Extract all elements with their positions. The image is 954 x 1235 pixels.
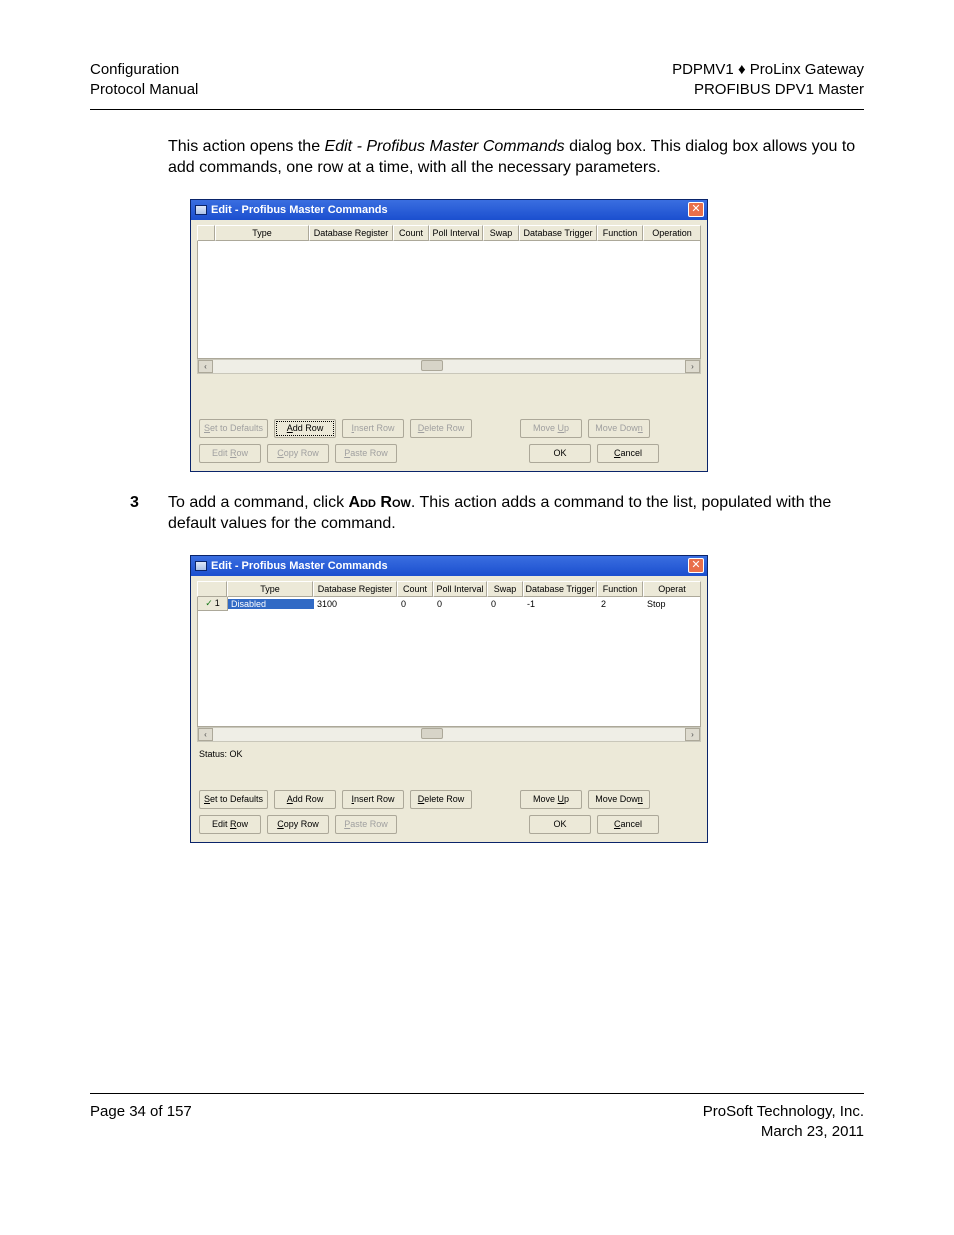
page-footer: Page 34 of 157 ProSoft Technology, Inc. …	[90, 1102, 864, 1143]
col-count[interactable]: Count	[393, 225, 429, 241]
cell-database-register[interactable]: 3100	[314, 599, 398, 609]
insert-row-button[interactable]: Insert Row	[342, 790, 404, 809]
edit-row-button[interactable]: Edit Row	[199, 815, 261, 834]
dialog-titlebar: Edit - Profibus Master Commands ✕	[191, 200, 707, 220]
scroll-right-button[interactable]: ›	[685, 360, 700, 373]
add-row-button[interactable]: Add Row	[274, 419, 336, 438]
intro-paragraph: This action opens the Edit - Profibus Ma…	[168, 136, 864, 179]
dialog-title: Edit - Profibus Master Commands	[211, 560, 388, 572]
edit-commands-dialog-with-row: Edit - Profibus Master Commands ✕ Type D…	[190, 555, 708, 843]
dialog-titlebar: Edit - Profibus Master Commands ✕	[191, 556, 707, 576]
cancel-button[interactable]: Cancel	[597, 815, 659, 834]
col-count[interactable]: Count	[397, 581, 433, 597]
grid-header-row: Type Database Register Count Poll Interv…	[197, 581, 701, 597]
cell-type[interactable]: Disabled	[228, 599, 314, 609]
paste-row-button[interactable]: Paste Row	[335, 815, 397, 834]
footer-page: Page 34 of 157	[90, 1102, 192, 1143]
move-down-button[interactable]: Move Down	[588, 419, 650, 438]
scroll-left-button[interactable]: ‹	[198, 728, 213, 741]
header-left-1: Configuration	[90, 60, 198, 80]
row-number: 1	[215, 598, 220, 608]
move-down-button[interactable]: Move Down	[588, 790, 650, 809]
scroll-thumb[interactable]	[421, 360, 443, 371]
horizontal-scrollbar[interactable]: ‹ ›	[197, 359, 701, 374]
col-poll-interval[interactable]: Poll Interval	[433, 581, 487, 597]
header-left-2: Protocol Manual	[90, 80, 198, 100]
col-swap[interactable]: Swap	[487, 581, 523, 597]
edit-row-button[interactable]: Edit Row	[199, 444, 261, 463]
delete-row-button[interactable]: Delete Row	[410, 419, 472, 438]
app-icon	[195, 561, 207, 571]
copy-row-button[interactable]: Copy Row	[267, 815, 329, 834]
header-right-2: PROFIBUS DPV1 Master	[672, 80, 864, 100]
scroll-right-button[interactable]: ›	[685, 728, 700, 741]
col-database-trigger[interactable]: Database Trigger	[519, 225, 597, 241]
check-icon: ✓	[205, 599, 213, 608]
col-type[interactable]: Type	[215, 225, 309, 241]
insert-row-button[interactable]: Insert Row	[342, 419, 404, 438]
set-to-defaults-button[interactable]: Set to Defaults	[199, 419, 268, 438]
grid-header-row: Type Database Register Count Poll Interv…	[197, 225, 701, 241]
col-type[interactable]: Type	[227, 581, 313, 597]
grid-body-empty	[197, 241, 701, 359]
footer-company: ProSoft Technology, Inc.	[703, 1102, 864, 1122]
table-row[interactable]: ✓ 1 Disabled 3100 0 0 0 -1 2 Stop	[198, 597, 700, 611]
col-poll-interval[interactable]: Poll Interval	[429, 225, 483, 241]
add-row-button[interactable]: Add Row	[274, 790, 336, 809]
grid-body: ✓ 1 Disabled 3100 0 0 0 -1 2 Stop	[197, 597, 701, 727]
close-button[interactable]: ✕	[688, 202, 704, 217]
ok-button[interactable]: OK	[529, 815, 591, 834]
footer-date: March 23, 2011	[703, 1122, 864, 1142]
delete-row-button[interactable]: Delete Row	[410, 790, 472, 809]
move-up-button[interactable]: Move Up	[520, 790, 582, 809]
cancel-button[interactable]: Cancel	[597, 444, 659, 463]
cell-database-trigger[interactable]: -1	[524, 599, 598, 609]
col-function[interactable]: Function	[597, 581, 643, 597]
ok-button[interactable]: OK	[529, 444, 591, 463]
cell-operation[interactable]: Stop	[644, 599, 700, 609]
move-up-button[interactable]: Move Up	[520, 419, 582, 438]
scroll-thumb[interactable]	[421, 728, 443, 739]
status-text: Status: OK	[191, 746, 707, 761]
col-database-register[interactable]: Database Register	[313, 581, 397, 597]
copy-row-button[interactable]: Copy Row	[267, 444, 329, 463]
cell-swap[interactable]: 0	[488, 599, 524, 609]
header-right-1: PDPMV1 ♦ ProLinx Gateway	[672, 60, 864, 80]
paste-row-button[interactable]: Paste Row	[335, 444, 397, 463]
col-function[interactable]: Function	[597, 225, 643, 241]
scroll-left-button[interactable]: ‹	[198, 360, 213, 373]
edit-commands-dialog-empty: Edit - Profibus Master Commands ✕ Type D…	[190, 199, 708, 472]
col-database-trigger[interactable]: Database Trigger	[523, 581, 597, 597]
step-number: 3	[130, 492, 168, 535]
col-swap[interactable]: Swap	[483, 225, 519, 241]
cell-function[interactable]: 2	[598, 599, 644, 609]
app-icon	[195, 205, 207, 215]
cell-poll-interval[interactable]: 0	[434, 599, 488, 609]
cell-count[interactable]: 0	[398, 599, 434, 609]
footer-rule	[90, 1093, 864, 1094]
header-rule	[90, 109, 864, 110]
step-3: 3 To add a command, click Add Row. This …	[130, 492, 864, 535]
close-button[interactable]: ✕	[688, 558, 704, 573]
col-operation[interactable]: Operat	[643, 581, 701, 597]
horizontal-scrollbar[interactable]: ‹ ›	[197, 727, 701, 742]
col-database-register[interactable]: Database Register	[309, 225, 393, 241]
page-header: Configuration Protocol Manual PDPMV1 ♦ P…	[90, 60, 864, 101]
dialog-title: Edit - Profibus Master Commands	[211, 204, 388, 216]
col-operation[interactable]: Operation	[643, 225, 701, 241]
set-to-defaults-button[interactable]: Set to Defaults	[199, 790, 268, 809]
